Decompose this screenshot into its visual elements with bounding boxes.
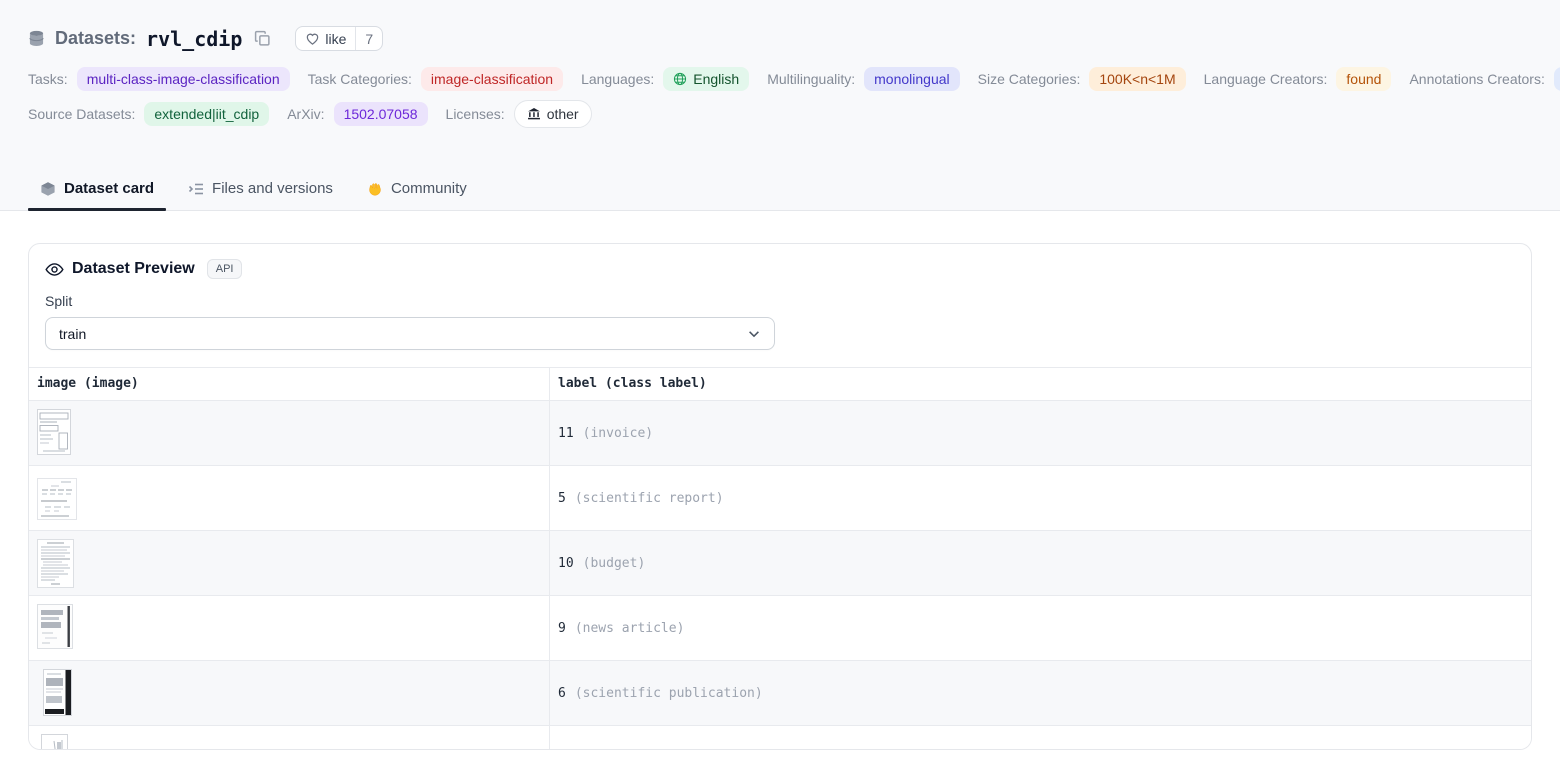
split-select-value: train xyxy=(59,326,86,342)
document-thumbnail-news-article[interactable] xyxy=(37,604,73,649)
tag-group-task-categories: Task Categories: image-classification xyxy=(308,67,563,91)
split-label: Split xyxy=(45,293,1515,309)
cube-icon xyxy=(40,181,56,197)
table-row xyxy=(29,726,1531,750)
tag-pill-language-creators[interactable]: found xyxy=(1336,67,1391,91)
breadcrumb-datasets[interactable]: Datasets: xyxy=(55,28,136,49)
label-name: (scientific report) xyxy=(575,491,724,506)
tab-label: Community xyxy=(391,180,467,197)
table-header-row: image (image) label (class label) xyxy=(29,368,1531,401)
tag-group-annotations-creators: Annotations Creators: found xyxy=(1409,67,1560,91)
tag-group-languages: Languages: English xyxy=(581,67,749,91)
tag-pill-size-category[interactable]: 100K<n<1M xyxy=(1089,67,1185,91)
table-row: 11 (invoice) xyxy=(29,401,1531,466)
tag-group-licenses: Licenses: other xyxy=(446,100,592,128)
like-button[interactable]: like 7 xyxy=(295,26,383,51)
column-header-image: image (image) xyxy=(29,368,550,400)
document-thumbnail-scientific-publication[interactable] xyxy=(43,669,72,716)
dataset-name: rvl_cdip xyxy=(146,27,242,51)
tab-files-and-versions[interactable]: Files and versions xyxy=(176,170,345,210)
tag-label: Multilinguality: xyxy=(767,71,855,87)
preview-header: Dataset Preview API xyxy=(45,259,1515,279)
table-row: 9 (news article) xyxy=(29,596,1531,661)
chevron-down-icon xyxy=(747,327,761,341)
tab-dataset-card[interactable]: Dataset card xyxy=(28,170,166,210)
tag-pill-multilinguality[interactable]: monolingual xyxy=(864,67,960,91)
tag-pill-language[interactable]: English xyxy=(663,67,749,91)
database-icon xyxy=(28,30,45,47)
tag-group-arxiv: ArXiv: 1502.07058 xyxy=(287,102,427,126)
preview-title: Dataset Preview xyxy=(72,260,195,278)
tag-group-multilinguality: Multilinguality: monolingual xyxy=(767,67,959,91)
label-id: 10 xyxy=(558,556,574,571)
tag-pill-label: English xyxy=(693,70,739,88)
label-id: 5 xyxy=(558,491,566,506)
tag-label: Annotations Creators: xyxy=(1409,71,1544,87)
tag-pill-license[interactable]: other xyxy=(514,100,592,128)
tag-group-source-datasets: Source Datasets: extended|iit_cdip xyxy=(28,102,269,126)
copy-icon[interactable] xyxy=(254,30,271,47)
tag-pill-task[interactable]: multi-class-image-classification xyxy=(77,67,290,91)
table-row: 5 (scientific report) xyxy=(29,466,1531,531)
hands-icon xyxy=(367,181,383,197)
dataset-preview-card: Dataset Preview API Split train image (i… xyxy=(28,243,1532,750)
tag-pill-task-category[interactable]: image-classification xyxy=(421,67,563,91)
label-id: 6 xyxy=(558,686,566,701)
table-row: 6 (scientific publication) xyxy=(29,661,1531,726)
label-name: (news article) xyxy=(575,621,685,636)
tab-bar: Dataset card Files and versions Communit… xyxy=(0,170,1560,211)
tag-label: Task Categories: xyxy=(308,71,412,87)
tag-group-language-creators: Language Creators: found xyxy=(1204,67,1392,91)
page-header: Datasets: rvl_cdip like 7 Tasks: multi-c… xyxy=(0,0,1560,211)
document-thumbnail-scientific-report[interactable] xyxy=(37,478,77,520)
document-thumbnail-invoice[interactable] xyxy=(37,409,71,455)
tag-label: Language Creators: xyxy=(1204,71,1328,87)
tag-pill-label: other xyxy=(547,105,579,123)
like-label: like xyxy=(325,31,346,47)
tag-pill-arxiv[interactable]: 1502.07058 xyxy=(334,102,428,126)
tags-row-1: Tasks: multi-class-image-classification … xyxy=(28,67,1532,91)
label-name: (invoice) xyxy=(583,426,653,441)
api-badge-button[interactable]: API xyxy=(207,259,243,279)
tag-label: ArXiv: xyxy=(287,106,324,122)
tag-label: Languages: xyxy=(581,71,654,87)
like-count: 7 xyxy=(355,27,382,50)
eye-icon xyxy=(45,260,64,279)
file-list-icon xyxy=(188,181,204,197)
column-header-label: label (class label) xyxy=(550,368,1531,400)
globe-icon xyxy=(673,72,687,86)
label-name: (scientific publication) xyxy=(575,686,763,701)
heart-icon xyxy=(305,31,320,46)
label-id: 11 xyxy=(558,426,574,441)
label-name: (budget) xyxy=(583,556,646,571)
tag-label: Source Datasets: xyxy=(28,106,135,122)
tag-label: Size Categories: xyxy=(978,71,1081,87)
tab-label: Dataset card xyxy=(64,180,154,197)
tag-group-tasks: Tasks: multi-class-image-classification xyxy=(28,67,290,91)
document-thumbnail-budget[interactable] xyxy=(37,539,74,588)
split-select[interactable]: train xyxy=(45,317,775,350)
tab-label: Files and versions xyxy=(212,180,333,197)
tag-label: Tasks: xyxy=(28,71,68,87)
tag-pill-source-dataset[interactable]: extended|iit_cdip xyxy=(144,102,269,126)
title-row: Datasets: rvl_cdip like 7 xyxy=(28,0,1532,51)
document-thumbnail-partial[interactable] xyxy=(41,734,68,750)
tag-label: Licenses: xyxy=(446,106,505,122)
preview-table: image (image) label (class label) 11 (in… xyxy=(29,367,1531,750)
tags-row-2: Source Datasets: extended|iit_cdip ArXiv… xyxy=(28,100,1532,146)
main-content: Dataset Preview API Split train image (i… xyxy=(0,211,1560,750)
label-id: 9 xyxy=(558,621,566,636)
tag-pill-annotations-creators[interactable]: found xyxy=(1554,67,1560,91)
tag-group-size-categories: Size Categories: 100K<n<1M xyxy=(978,67,1186,91)
tab-community[interactable]: Community xyxy=(355,170,479,210)
table-row: 10 (budget) xyxy=(29,531,1531,596)
bank-icon xyxy=(527,107,541,121)
